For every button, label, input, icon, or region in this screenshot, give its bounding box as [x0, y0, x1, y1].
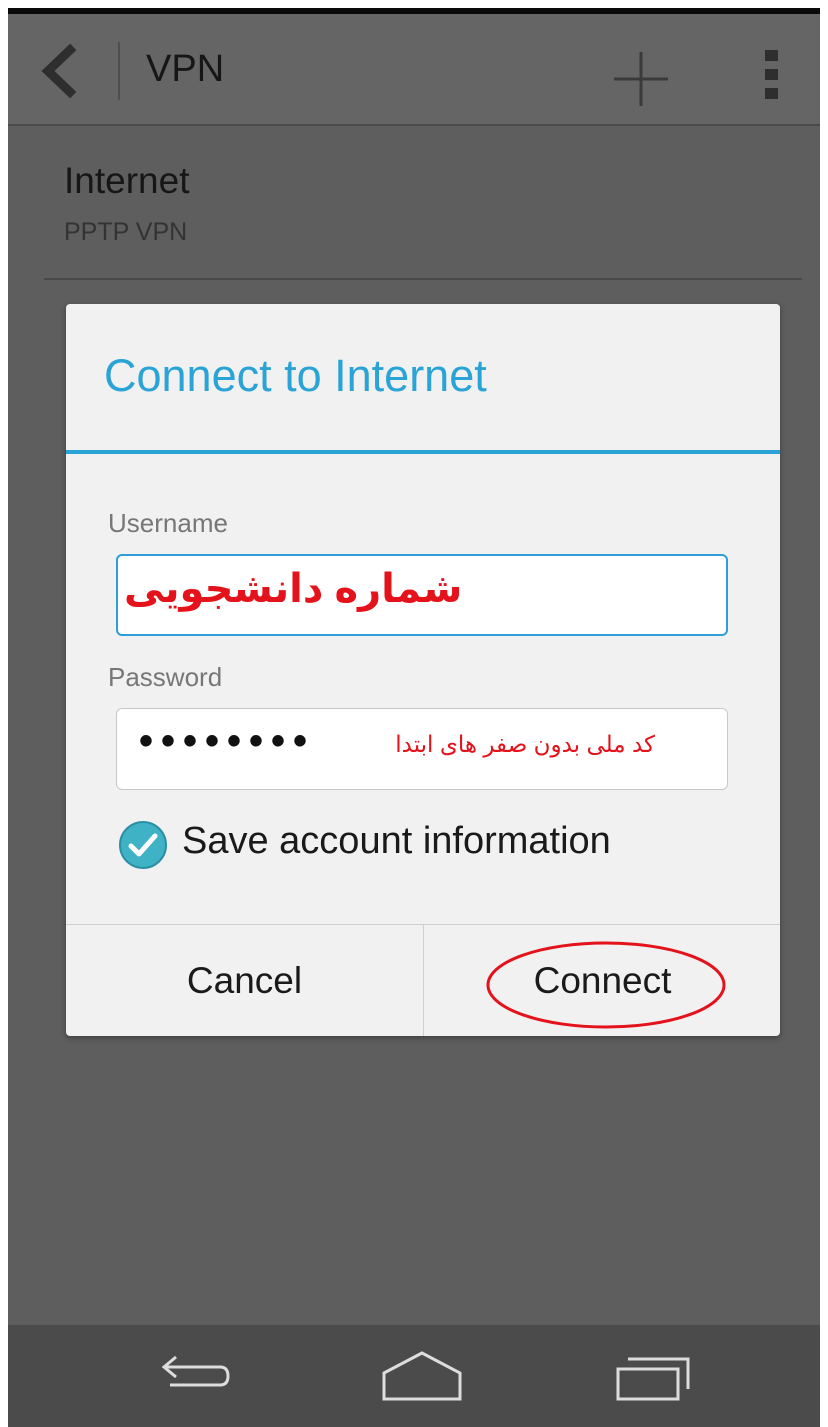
dialog-title: Connect to Internet — [104, 350, 487, 401]
vpn-list-item-internet[interactable]: Internet PPTP VPN — [44, 132, 802, 280]
username-value: شماره دانشجویی — [124, 567, 463, 611]
nav-recent-apps-icon — [616, 1357, 690, 1401]
username-field[interactable]: شماره دانشجویی — [116, 554, 728, 636]
password-field[interactable]: •••••••• کد ملی بدون صفر های ابتدا — [116, 708, 728, 790]
back-button[interactable] — [32, 38, 92, 104]
nav-back-icon — [161, 1355, 230, 1387]
nav-back-button[interactable] — [140, 1343, 236, 1409]
action-bar-divider — [118, 42, 120, 100]
dialog-button-bar: Cancel Connect — [66, 924, 780, 1036]
password-masked-value: •••••••• — [139, 719, 316, 763]
username-label: Username — [108, 508, 228, 538]
nav-home-button[interactable] — [374, 1343, 470, 1409]
add-vpn-button[interactable] — [610, 48, 672, 110]
vpn-type: PPTP VPN — [64, 218, 188, 246]
overflow-menu-icon — [765, 50, 778, 99]
page-title: VPN — [146, 48, 225, 90]
navigation-bar — [8, 1325, 820, 1427]
nav-home-icon — [382, 1351, 462, 1401]
connect-dialog: Connect to Internet Username شماره دانشج… — [66, 304, 780, 1036]
phone-screen: VPN Internet PPTP VPN Connect to Interne… — [8, 8, 820, 1427]
save-account-label: Save account information — [182, 820, 611, 862]
checkmark-circle-icon — [119, 821, 167, 869]
save-account-checkbox[interactable]: Save account information — [118, 814, 678, 874]
vpn-name: Internet — [64, 160, 190, 201]
plus-icon — [614, 52, 668, 106]
dialog-title-divider — [66, 450, 780, 454]
nav-recent-apps-button[interactable] — [602, 1343, 698, 1409]
overflow-menu-button[interactable] — [752, 44, 792, 106]
connect-button[interactable]: Connect — [423, 925, 780, 1036]
action-bar: VPN — [8, 14, 820, 126]
password-hint: کد ملی بدون صفر های ابتدا — [395, 731, 655, 757]
chevron-left-icon — [41, 43, 77, 99]
cancel-button[interactable]: Cancel — [66, 925, 423, 1036]
password-label: Password — [108, 662, 223, 692]
